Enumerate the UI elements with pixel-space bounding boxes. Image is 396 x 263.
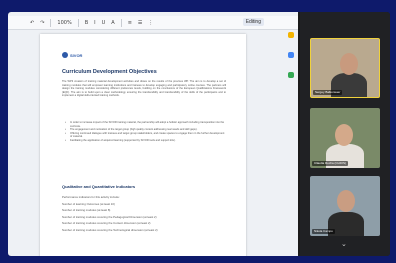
italic-button[interactable]: I xyxy=(92,19,97,27)
participant-name: Nikola Campo xyxy=(312,229,335,234)
video-gallery: Sergey Balkonsuer Cláudia Rocha (CHIOS) … xyxy=(300,12,390,256)
project-logo: SIVOR xyxy=(62,52,82,58)
indicator-list: Performance indicators for this activity… xyxy=(62,194,232,234)
list-item: Facilitating the application of acquired… xyxy=(65,139,226,143)
list-item: Number of training modules covering the … xyxy=(62,214,157,219)
more-options-icon[interactable]: ⋮ xyxy=(146,19,155,27)
zoom-select[interactable]: 100% xyxy=(55,19,73,27)
side-panel-icons xyxy=(286,32,296,78)
align-button[interactable]: ≡ xyxy=(126,19,134,27)
bold-button[interactable]: B xyxy=(83,19,90,27)
logo-icon xyxy=(62,52,68,58)
list-item: Number of learning Outcomes (at least 10… xyxy=(62,201,115,206)
contacts-icon[interactable] xyxy=(288,72,294,78)
list-item: Performance indicators for this activity… xyxy=(62,195,120,199)
list-button[interactable]: ☰ xyxy=(136,19,144,27)
objective-list: In order to increase impact of the SIVOR… xyxy=(65,121,226,143)
participant-tile[interactable]: Sergey Balkonsuer xyxy=(310,38,380,98)
intro-paragraph: The WP3 creation of training material de… xyxy=(62,80,226,98)
participant-name: Cláudia Rocha (CHIOS) xyxy=(312,161,349,166)
toolbar-divider xyxy=(120,18,122,27)
participant-face xyxy=(337,190,355,212)
formatting-toolbar: ↶ ↷ 100% B I U A ≡ ☰ ⋮ Editing xyxy=(8,16,298,30)
participant-name: Sergey Balkonsuer xyxy=(313,90,343,95)
document-editor: ↶ ↷ 100% B I U A ≡ ☰ ⋮ Editing SIVOR Cur… xyxy=(8,12,298,256)
screen-frame: ↶ ↷ 100% B I U A ≡ ☰ ⋮ Editing SIVOR Cur… xyxy=(8,12,390,256)
undo-button[interactable]: ↶ xyxy=(28,19,36,27)
section-heading: Curriculum Development Objectives xyxy=(62,69,157,75)
participant-tile[interactable]: Nikola Campo xyxy=(310,176,380,236)
text-color-button[interactable]: A xyxy=(109,19,116,27)
list-item: Offering continued dialogue with trainee… xyxy=(65,132,226,139)
list-item: Number of training modules covering the … xyxy=(62,227,158,232)
keep-icon[interactable] xyxy=(288,32,294,38)
participant-face xyxy=(340,53,358,75)
toolbar-divider xyxy=(50,18,52,27)
participant-tile[interactable]: Cláudia Rocha (CHIOS) xyxy=(310,108,380,168)
indicators-heading: Qualitative and Quantitative Indicators xyxy=(62,184,136,189)
list-item: Number of training modules (at least 8) xyxy=(62,208,111,213)
document-page[interactable]: SIVOR Curriculum Development Objectives … xyxy=(40,34,246,256)
underline-button[interactable]: U xyxy=(100,19,108,27)
redo-button[interactable]: ↷ xyxy=(38,19,46,27)
chevron-down-icon[interactable]: ⌄ xyxy=(341,240,347,248)
toolbar-divider xyxy=(77,18,79,27)
editing-mode-button[interactable]: Editing xyxy=(242,18,264,26)
tasks-icon[interactable] xyxy=(288,52,294,58)
participant-face xyxy=(335,124,353,146)
list-item: Number of training modules covering the … xyxy=(62,221,151,226)
